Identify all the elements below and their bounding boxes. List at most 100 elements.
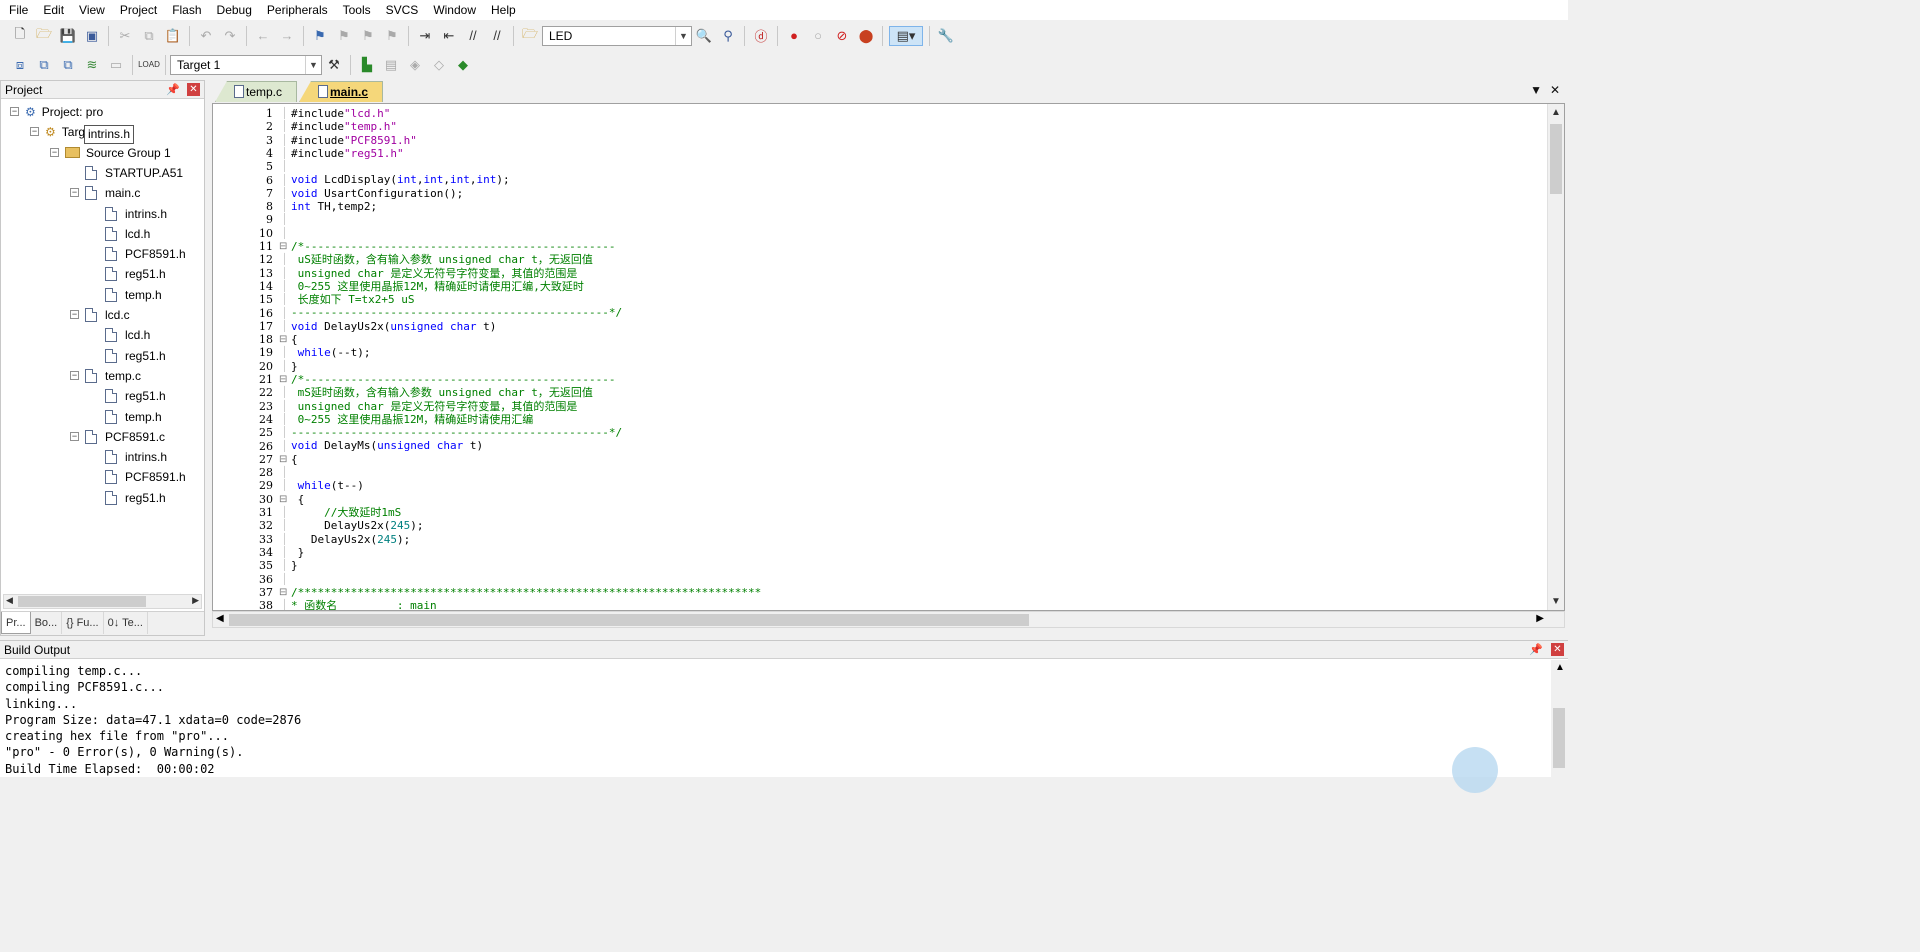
cut-icon[interactable]: ✂ <box>115 26 135 46</box>
scroll-left-icon[interactable]: ◀ <box>216 613 224 624</box>
code-line[interactable]: void DelayMs(unsigned char t) <box>291 439 761 452</box>
project-hscrollbar[interactable]: ◀ ▶ <box>3 594 202 609</box>
code-line[interactable]: void LcdDisplay(int,int,int,int); <box>291 173 761 186</box>
tree-item[interactable]: ⚙ Project: pro <box>25 102 103 122</box>
undo-icon[interactable]: ↶ <box>196 26 216 46</box>
code-line[interactable]: uS延时函数，含有输入参数 unsigned char t，无返回值 <box>291 253 761 266</box>
select-packs-icon[interactable]: ▤ <box>381 55 401 75</box>
comment-icon[interactable]: // <box>463 26 483 46</box>
scroll-thumb[interactable] <box>1553 708 1565 768</box>
scroll-right-icon[interactable]: ▶ <box>1536 613 1544 624</box>
bookmark-next-icon[interactable]: ⚑ <box>358 26 378 46</box>
tree-item[interactable]: intrins.h <box>105 204 167 224</box>
bookmark-prev-icon[interactable]: ⚑ <box>334 26 354 46</box>
window-layout-icon[interactable]: ▤▾ <box>889 25 923 46</box>
batch-build-icon[interactable]: ≋ <box>82 55 102 75</box>
uncomment-icon[interactable]: // <box>487 26 507 46</box>
menu-project[interactable]: Project <box>111 0 163 20</box>
tree-item[interactable]: lcd.c <box>85 305 130 325</box>
editor-tab[interactable]: main.c <box>299 81 384 102</box>
code-line[interactable]: { <box>291 493 761 506</box>
code-line[interactable]: /*--------------------------------------… <box>291 240 761 253</box>
menu-peripherals[interactable]: Peripherals <box>258 0 334 20</box>
project-bottom-tab[interactable]: Pr... <box>1 612 31 634</box>
scroll-thumb[interactable] <box>229 614 1029 626</box>
new-file-icon[interactable]: 🗋 <box>10 26 30 46</box>
code-line[interactable]: #include"lcd.h" <box>291 107 761 120</box>
code-line[interactable]: int TH,temp2; <box>291 200 761 213</box>
code-line[interactable]: /***************************************… <box>291 586 761 599</box>
code-line[interactable]: unsigned char 是定义无符号字符变量，其值的范围是 <box>291 400 761 413</box>
build-icon[interactable]: ⧉ <box>34 55 54 75</box>
code-line[interactable]: 0~255 这里使用晶振12M，精确延时请使用汇编 <box>291 413 761 426</box>
code-line[interactable] <box>291 572 761 585</box>
menu-file[interactable]: File <box>0 0 34 20</box>
menu-view[interactable]: View <box>70 0 111 20</box>
software-packs-icon[interactable]: ◇ <box>429 55 449 75</box>
code-line[interactable]: { <box>291 453 761 466</box>
copy-icon[interactable]: ⧉ <box>139 26 159 46</box>
editor-tab[interactable]: temp.c <box>215 81 298 102</box>
target-combo[interactable]: Target 1 ▼ <box>170 54 322 75</box>
tree-item[interactable]: STARTUP.A51 <box>85 163 183 183</box>
tree-item[interactable]: PCF8591.h <box>105 467 186 487</box>
code-line[interactable]: void DelayUs2x(unsigned char t) <box>291 320 761 333</box>
tree-item[interactable]: lcd.h <box>105 224 150 244</box>
scroll-down-icon[interactable]: ▼ <box>1551 596 1561 607</box>
menu-tools[interactable]: Tools <box>334 0 377 20</box>
scroll-thumb[interactable] <box>1550 124 1562 194</box>
menu-window[interactable]: Window <box>424 0 482 20</box>
menu-flash[interactable]: Flash <box>163 0 207 20</box>
breakpoint-disable-icon[interactable]: ○ <box>808 26 828 46</box>
floating-assistant-bubble[interactable] <box>1452 747 1498 793</box>
code-line[interactable]: #include"PCF8591.h" <box>291 134 761 147</box>
code-line[interactable]: #include"reg51.h" <box>291 147 761 160</box>
rebuild-icon[interactable]: ⧉ <box>58 55 78 75</box>
debug-session-icon[interactable]: ⓓ <box>751 26 771 46</box>
breakpoint-kill-all-icon[interactable]: ⬤ <box>856 26 876 46</box>
close-icon[interactable]: ✕ <box>187 83 200 96</box>
code-line[interactable] <box>291 466 761 479</box>
tab-list-icon[interactable]: ▼ <box>1530 83 1542 97</box>
menu-svcs[interactable]: SVCS <box>377 0 425 20</box>
editor-hscrollbar[interactable]: ◀ ▶ <box>212 611 1565 628</box>
code-line[interactable]: while(--t); <box>291 346 761 359</box>
scroll-left-icon[interactable]: ◀ <box>6 595 13 606</box>
tree-collapse-icon[interactable]: − <box>70 188 79 198</box>
tree-collapse-icon[interactable]: − <box>50 147 59 157</box>
pin-icon[interactable]: 📌 <box>1529 643 1543 656</box>
configure-icon[interactable]: 🔧 <box>936 26 956 46</box>
code-line[interactable]: DelayUs2x(245); <box>291 519 761 532</box>
code-text[interactable]: #include"lcd.h" #include"temp.h" #include"… <box>291 107 761 610</box>
download-icon[interactable]: LOAD <box>138 55 160 75</box>
translate-icon[interactable]: ⧈ <box>10 55 30 75</box>
editor-vscrollbar[interactable]: ▲ ▼ <box>1547 104 1564 610</box>
manage-components-icon[interactable]: ▙ <box>357 55 377 75</box>
fold-toggle-icon[interactable]: ⊟ <box>279 493 287 506</box>
code-line[interactable]: * 函数名 : main <box>291 599 761 610</box>
tree-item[interactable]: reg51.h <box>105 346 166 366</box>
code-line[interactable] <box>291 227 761 240</box>
scroll-thumb[interactable] <box>18 596 146 607</box>
code-line[interactable]: void UsartConfiguration(); <box>291 187 761 200</box>
code-line[interactable]: 长度如下 T=tx2+5 uS <box>291 293 761 306</box>
code-line[interactable]: /*--------------------------------------… <box>291 373 761 386</box>
tree-collapse-icon[interactable]: − <box>10 107 19 116</box>
menu-edit[interactable]: Edit <box>34 0 70 20</box>
breakpoint-disable-all-icon[interactable]: ⊘ <box>832 26 852 46</box>
code-line[interactable]: unsigned char 是定义无符号字符变量，其值的范围是 <box>291 267 761 280</box>
build-output-text[interactable]: compiling temp.c... compiling PCF8591.c..… <box>5 663 301 777</box>
breakpoint-insert-icon[interactable]: ● <box>784 26 804 46</box>
nav-forward-icon[interactable]: → <box>277 26 297 46</box>
tree-collapse-icon[interactable]: − <box>70 370 79 380</box>
pin-icon[interactable]: 📌 <box>166 83 180 96</box>
tree-collapse-icon[interactable]: − <box>30 127 39 137</box>
tree-item[interactable]: Source Group 1 <box>65 143 171 163</box>
tree-item[interactable]: main.c <box>85 183 140 203</box>
tree-item[interactable]: PCF8591.h <box>105 244 186 264</box>
find-icon[interactable]: 🔍 <box>694 26 714 46</box>
code-editor[interactable]: 1 2 3 4 5 6 7 8 9 10 11 12 13 14 15 16 17 18 19 20 21 22 23 24 2… <box>212 103 1565 611</box>
scroll-up-icon[interactable]: ▲ <box>1551 107 1561 118</box>
fold-toggle-icon[interactable]: ⊟ <box>279 240 287 253</box>
nav-back-icon[interactable]: ← <box>253 26 273 46</box>
